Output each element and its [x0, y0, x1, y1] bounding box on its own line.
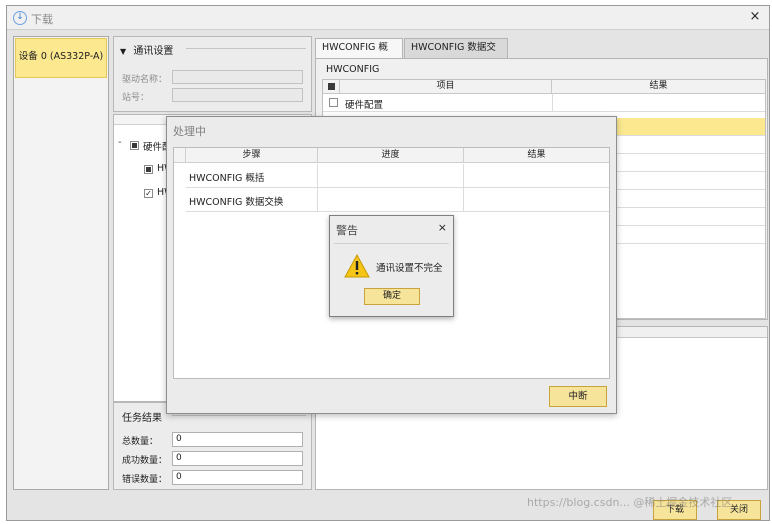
step-label: HWCONFIG 概括: [189, 173, 265, 184]
result-cell: [464, 188, 609, 212]
total-label: 总数量：: [122, 437, 159, 447]
abort-button[interactable]: 中断: [549, 386, 607, 407]
driver-name-label: 驱动名称：: [122, 75, 168, 85]
ok-button[interactable]: 确定: [364, 288, 420, 305]
col-step-header: 步骤: [186, 148, 318, 163]
warning-title: 警告: [336, 224, 358, 237]
comm-settings-title: 通讯设置: [133, 46, 174, 57]
success-label: 成功数量：: [122, 456, 168, 466]
hwconfig-label: HWCONFIG: [326, 64, 380, 75]
select-all-checkbox[interactable]: [323, 80, 340, 94]
window-title: 下载: [31, 13, 53, 26]
row-item-label: 硬件配置: [345, 100, 384, 111]
station-field[interactable]: [172, 88, 303, 102]
total-value: 0: [172, 432, 303, 447]
table-row[interactable]: HWCONFIG 数据交换: [186, 188, 609, 212]
title-bar: ↓ 下载 ×: [7, 6, 769, 30]
warning-message: 通讯设置不完全: [376, 263, 443, 274]
warning-dialog: 警告 × 通讯设置不完全 确定: [329, 215, 454, 317]
task-results-title: 任务结果: [122, 413, 162, 424]
row-checkbox[interactable]: [329, 98, 338, 107]
error-value: 0: [172, 470, 303, 485]
col-progress-header: 进度: [318, 148, 464, 163]
device-item[interactable]: 设备 0 (AS332P-A): [15, 38, 107, 78]
tab-hwconfig-summary[interactable]: HWCONFIG 概括: [315, 38, 403, 71]
col-item-header: 项目: [340, 80, 552, 94]
progress-cell: [318, 164, 464, 188]
col-result-header: 结果: [649, 81, 668, 91]
result-cell: [464, 164, 609, 188]
station-label: 站号：: [122, 93, 150, 103]
tree-collapse-icon[interactable]: -: [118, 137, 122, 148]
tree-child2-checkbox[interactable]: ✓: [144, 189, 153, 198]
tab-hwconfig-data-exchange[interactable]: HWCONFIG 数据交换: [404, 38, 508, 71]
progress-cell: [318, 188, 464, 212]
collapse-arrow-icon[interactable]: ▼: [120, 47, 126, 56]
error-label: 错误数量：: [122, 475, 168, 485]
window-close-button[interactable]: ×: [747, 9, 763, 25]
warning-body: 通讯设置不完全 确定: [334, 243, 449, 313]
comm-settings-header[interactable]: ▼ 通讯设置: [120, 42, 173, 57]
tree-child1-checkbox[interactable]: [144, 165, 153, 174]
processing-title: 处理中: [173, 125, 206, 138]
step-cell: HWCONFIG 概括: [186, 164, 318, 188]
grid-header: 项目 结果: [323, 80, 765, 94]
tree-root-checkbox[interactable]: [130, 141, 139, 150]
device-list: 设备 0 (AS332P-A): [13, 36, 109, 490]
success-value: 0: [172, 451, 303, 466]
divider: [186, 48, 306, 49]
step-label: HWCONFIG 数据交换: [189, 197, 284, 208]
step-cell: HWCONFIG 数据交换: [186, 188, 318, 212]
column-divider: [552, 94, 553, 112]
tab-bar: HWCONFIG 概括 HWCONFIG 数据交换: [315, 36, 768, 71]
comm-settings-group: ▼ 通讯设置 驱动名称： 站号：: [113, 36, 312, 112]
warning-triangle-icon: [344, 254, 370, 278]
col-result-header: 结果: [527, 150, 546, 160]
task-results-group: 任务结果 总数量： 0 成功数量： 0 错误数量： 0: [113, 402, 312, 490]
header-spacer: [174, 148, 186, 163]
table-row[interactable]: HWCONFIG 概括: [186, 164, 609, 188]
watermark: https://blog.csdn... @稀土掘金技术社区: [527, 496, 733, 509]
processing-grid-header: 步骤 进度 结果: [174, 148, 609, 163]
warning-close-button[interactable]: ×: [438, 221, 447, 234]
download-icon: ↓: [13, 11, 27, 25]
divider: [172, 415, 306, 416]
table-row[interactable]: 硬件配置: [323, 94, 765, 112]
driver-name-field[interactable]: [172, 70, 303, 84]
